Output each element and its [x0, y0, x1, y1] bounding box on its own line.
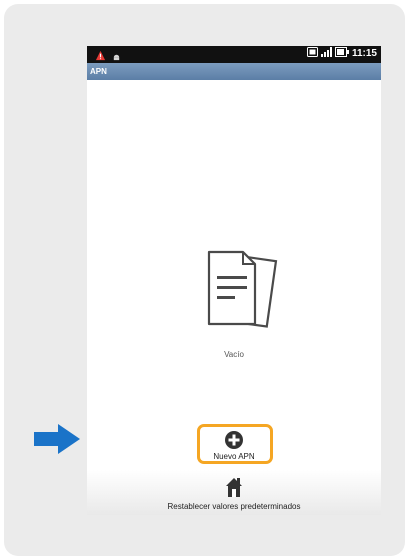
new-apn-button[interactable]: Nuevo APN [87, 420, 381, 470]
empty-state: Vacío [87, 80, 381, 420]
status-bar: 11:15 [87, 46, 381, 63]
reset-icon [226, 478, 242, 497]
empty-label: Vacío [224, 350, 244, 359]
arrow-right-icon [34, 424, 80, 454]
battery-icon [334, 47, 349, 60]
document-icon [207, 250, 278, 328]
signal-icon [320, 47, 332, 60]
status-right-icons: 11:15 [306, 47, 377, 60]
phone-screen: 11:15 APN Vacío Nuevo APN Restablecer va… [87, 46, 381, 515]
page-title: APN [87, 63, 381, 80]
add-icon [225, 431, 243, 449]
reset-defaults-label: Restablecer valores predeterminados [167, 502, 301, 511]
status-time: 11:15 [351, 48, 377, 59]
new-apn-label: Nuevo APN [213, 452, 255, 461]
screenshot-icon [306, 47, 318, 60]
reset-defaults-button[interactable]: Restablecer valores predeterminados [87, 470, 381, 515]
